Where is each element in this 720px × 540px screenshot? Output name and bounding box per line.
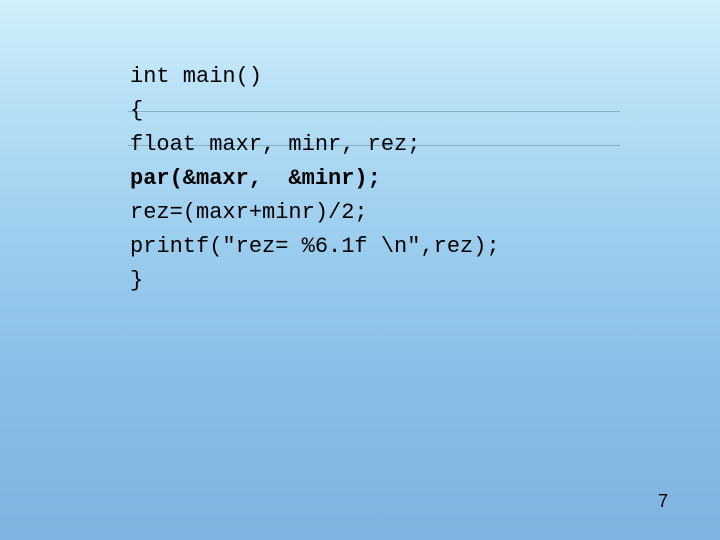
page-number: 7 — [658, 491, 668, 512]
code-line-6: printf("rez= %6.1f \n",rez); — [130, 230, 620, 264]
code-line-4-emphasis: par(&maxr, &minr); — [130, 162, 620, 196]
code-line-7: } — [130, 264, 620, 298]
code-line-1: int main() — [130, 60, 620, 94]
code-line-3: float maxr, minr, rez; — [130, 128, 620, 162]
code-block: int main() { float maxr, minr, rez; par(… — [130, 60, 620, 298]
code-line-5: rez=(maxr+minr)/2; — [130, 196, 620, 230]
code-line-2: { — [130, 94, 620, 128]
slide: int main() { float maxr, minr, rez; par(… — [0, 0, 720, 540]
